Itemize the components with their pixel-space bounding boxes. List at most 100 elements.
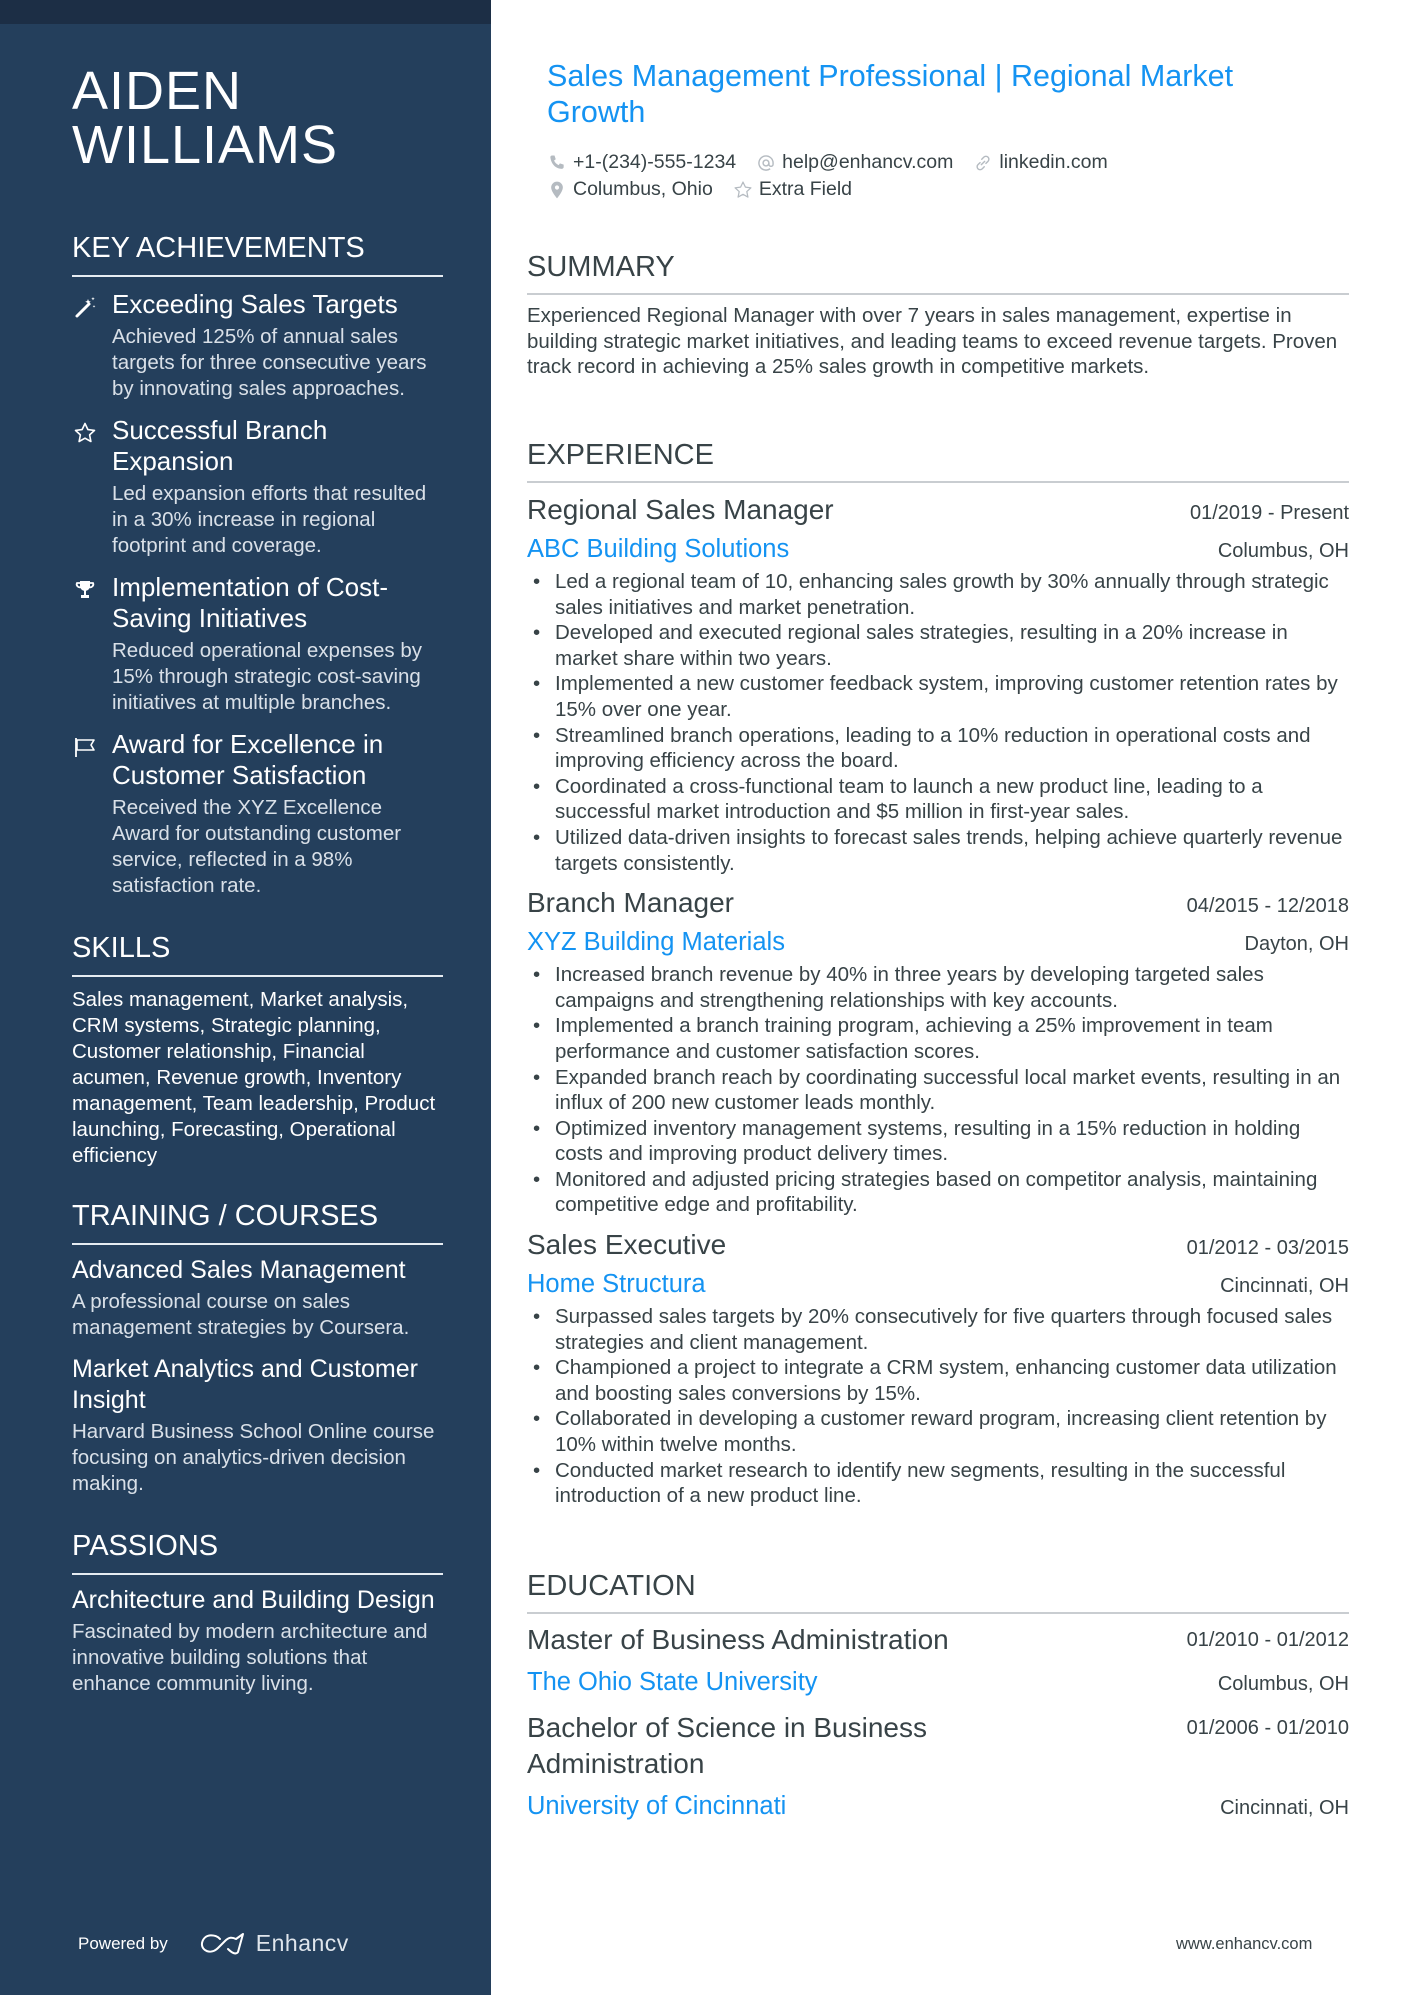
education-location: Cincinnati, OH (1220, 1797, 1349, 1819)
contact-website[interactable]: linkedin.com (973, 149, 1108, 176)
extra-value: Extra Field (758, 178, 853, 200)
school: University of Cincinnati (527, 1792, 787, 1820)
training-title: TRAINING / COURSES (72, 1198, 443, 1245)
key-achievements-title: KEY ACHIEVEMENTS (72, 230, 443, 277)
achievement-item: Award for Excellence in Customer Satisfa… (72, 729, 443, 899)
passion-description: Fascinated by modern architecture and in… (72, 1620, 428, 1695)
summary-text: Experienced Regional Manager with over 7… (527, 304, 1338, 379)
job-bullets: Surpassed sales targets by 20% consecuti… (527, 1304, 1349, 1509)
education-location: Columbus, OH (1217, 1673, 1349, 1695)
skills-title: SKILLS (72, 930, 443, 977)
passion-title: Architecture and Building Design (72, 1586, 435, 1614)
passions-section: PASSIONS Architecture and Building Desig… (72, 1528, 443, 1697)
skills-list: Sales management, Market analysis, CRM s… (72, 988, 436, 1167)
powered-by-label: Powered by (78, 1933, 168, 1953)
degree: Master of Business Administration (527, 1624, 949, 1655)
key-achievements-section: KEY ACHIEVEMENTS Exceeding Sales Targets… (72, 230, 443, 899)
contact-info: +1-(234)-555-1234 help@enhancv.com linke… (547, 149, 1327, 203)
passions-title: PASSIONS (72, 1528, 443, 1575)
summary-section: SUMMARY Experienced Regional Manager wit… (527, 249, 1349, 380)
candidate-name: AIDEN WILLIAMS (72, 64, 443, 172)
course-description: A professional course on sales managemen… (72, 1290, 410, 1339)
powered-by: Powered by Enhancv (78, 1930, 349, 1957)
job-title: Regional Sales Manager (527, 494, 834, 525)
bullet-item: Developed and executed regional sales st… (527, 620, 1349, 671)
bullet-item: Utilized data-driven insights to forecas… (527, 825, 1349, 876)
website-value: linkedin.com (999, 151, 1108, 173)
flag-icon (72, 734, 98, 760)
job-bullets: Led a regional team of 10, enhancing sal… (527, 569, 1349, 876)
job-dates: 04/2015 - 12/2018 (1186, 895, 1349, 918)
sidebar: AIDEN WILLIAMS KEY ACHIEVEMENTS Exceedin… (0, 0, 491, 1995)
contact-location: Columbus, Ohio (547, 176, 713, 203)
bullet-item: Surpassed sales targets by 20% consecuti… (527, 1304, 1349, 1355)
job-company: XYZ Building Materials (527, 928, 785, 957)
sidebar-top-band (0, 0, 491, 24)
passion-item: Architecture and Building Design Fascina… (72, 1585, 443, 1697)
course-item: Market Analytics and Customer Insight Ha… (72, 1354, 443, 1497)
education-dates: 01/2006 - 01/2010 (1186, 1717, 1349, 1739)
at-icon (758, 154, 774, 171)
job-bullets: Increased branch revenue by 40% in three… (527, 962, 1349, 1218)
bullet-item: Conducted market research to identify ne… (527, 1458, 1349, 1509)
contact-phone[interactable]: +1-(234)-555-1234 (547, 149, 736, 176)
course-item: Advanced Sales Management A professional… (72, 1255, 443, 1341)
school: The Ohio State University (527, 1668, 818, 1696)
email-value: help@enhancv.com (782, 151, 954, 173)
education-entry: Master of Business Administration 01/201… (527, 1622, 1349, 1700)
achievement-title: Award for Excellence in Customer Satisfa… (112, 729, 384, 790)
achievement-description: Led expansion efforts that resulted in a… (112, 482, 427, 557)
job-entry: Branch Manager 04/2015 - 12/2018 XYZ Bui… (527, 884, 1349, 1218)
contact-extra: Extra Field (733, 176, 852, 203)
bullet-item: Led a regional team of 10, enhancing sal… (527, 569, 1349, 620)
enhancv-logo[interactable]: Enhancv (198, 1930, 349, 1957)
achievement-item: Exceeding Sales Targets Achieved 125% of… (72, 289, 443, 402)
site-url[interactable]: www.enhancv.com (1176, 1935, 1312, 1954)
skills-section: SKILLS Sales management, Market analysis… (72, 930, 443, 1169)
job-location: Dayton, OH (1244, 933, 1349, 956)
first-name: AIDEN (72, 61, 243, 121)
education-entry: Bachelor of Science in Business Administ… (527, 1710, 1349, 1824)
education-dates: 01/2010 - 01/2012 (1186, 1629, 1349, 1651)
job-title: Branch Manager (527, 887, 735, 919)
bullet-item: Expanded branch reach by coordinating su… (527, 1065, 1349, 1116)
trophy-icon (72, 577, 98, 603)
degree: Bachelor of Science in Business Administ… (527, 1712, 927, 1779)
star-icon (72, 420, 98, 446)
bullet-item: Increased branch revenue by 40% in three… (527, 962, 1349, 1013)
job-location: Columbus, OH (1217, 540, 1349, 562)
sidebar-content: AIDEN WILLIAMS KEY ACHIEVEMENTS Exceedin… (72, 64, 443, 1710)
link-icon (976, 155, 990, 170)
location-value: Columbus, Ohio (573, 178, 713, 200)
education-title: EDUCATION (527, 1568, 1349, 1614)
job-dates: 01/2019 - Present (1190, 502, 1349, 524)
bullet-item: Implemented a new customer feedback syst… (527, 671, 1349, 722)
bullet-item: Streamlined branch operations, leading t… (527, 723, 1349, 774)
bullet-item: Implemented a branch training program, a… (527, 1013, 1349, 1064)
bullet-item: Optimized inventory management systems, … (527, 1116, 1349, 1167)
training-section: TRAINING / COURSES Advanced Sales Manage… (72, 1198, 443, 1497)
enhancv-logo-icon (200, 1932, 244, 1954)
bullet-item: Championed a project to integrate a CRM … (527, 1355, 1349, 1406)
job-dates: 01/2012 - 03/2015 (1186, 1237, 1349, 1260)
last-name: WILLIAMS (72, 115, 339, 175)
achievement-title: Implementation of Cost-Saving Initiative… (112, 572, 389, 633)
enhancv-brand: Enhancv (255, 1930, 349, 1956)
course-description: Harvard Business School Online course fo… (72, 1420, 435, 1495)
achievement-title: Successful Branch Expansion (112, 415, 328, 476)
star-icon (734, 180, 752, 198)
achievement-description: Received the XYZ Excellence Award for ou… (112, 796, 402, 897)
achievement-item: Implementation of Cost-Saving Initiative… (72, 572, 443, 716)
contact-email[interactable]: help@enhancv.com (756, 149, 953, 176)
education-section: EDUCATION Master of Business Administrat… (527, 1568, 1349, 1834)
job-company: ABC Building Solutions (527, 535, 790, 563)
bullet-item: Collaborated in developing a customer re… (527, 1406, 1349, 1457)
job-title: Sales Executive (527, 1229, 727, 1261)
achievement-description: Achieved 125% of annual sales targets fo… (112, 325, 427, 400)
phone-icon (550, 155, 564, 169)
achievement-description: Reduced operational expenses by 15% thro… (112, 639, 422, 714)
job-location: Cincinnati, OH (1220, 1275, 1349, 1298)
magic-wand-icon (72, 294, 98, 320)
bullet-item: Coordinated a cross-functional team to l… (527, 774, 1349, 825)
job-entry: Sales Executive 01/2012 - 03/2015 Home S… (527, 1226, 1349, 1509)
